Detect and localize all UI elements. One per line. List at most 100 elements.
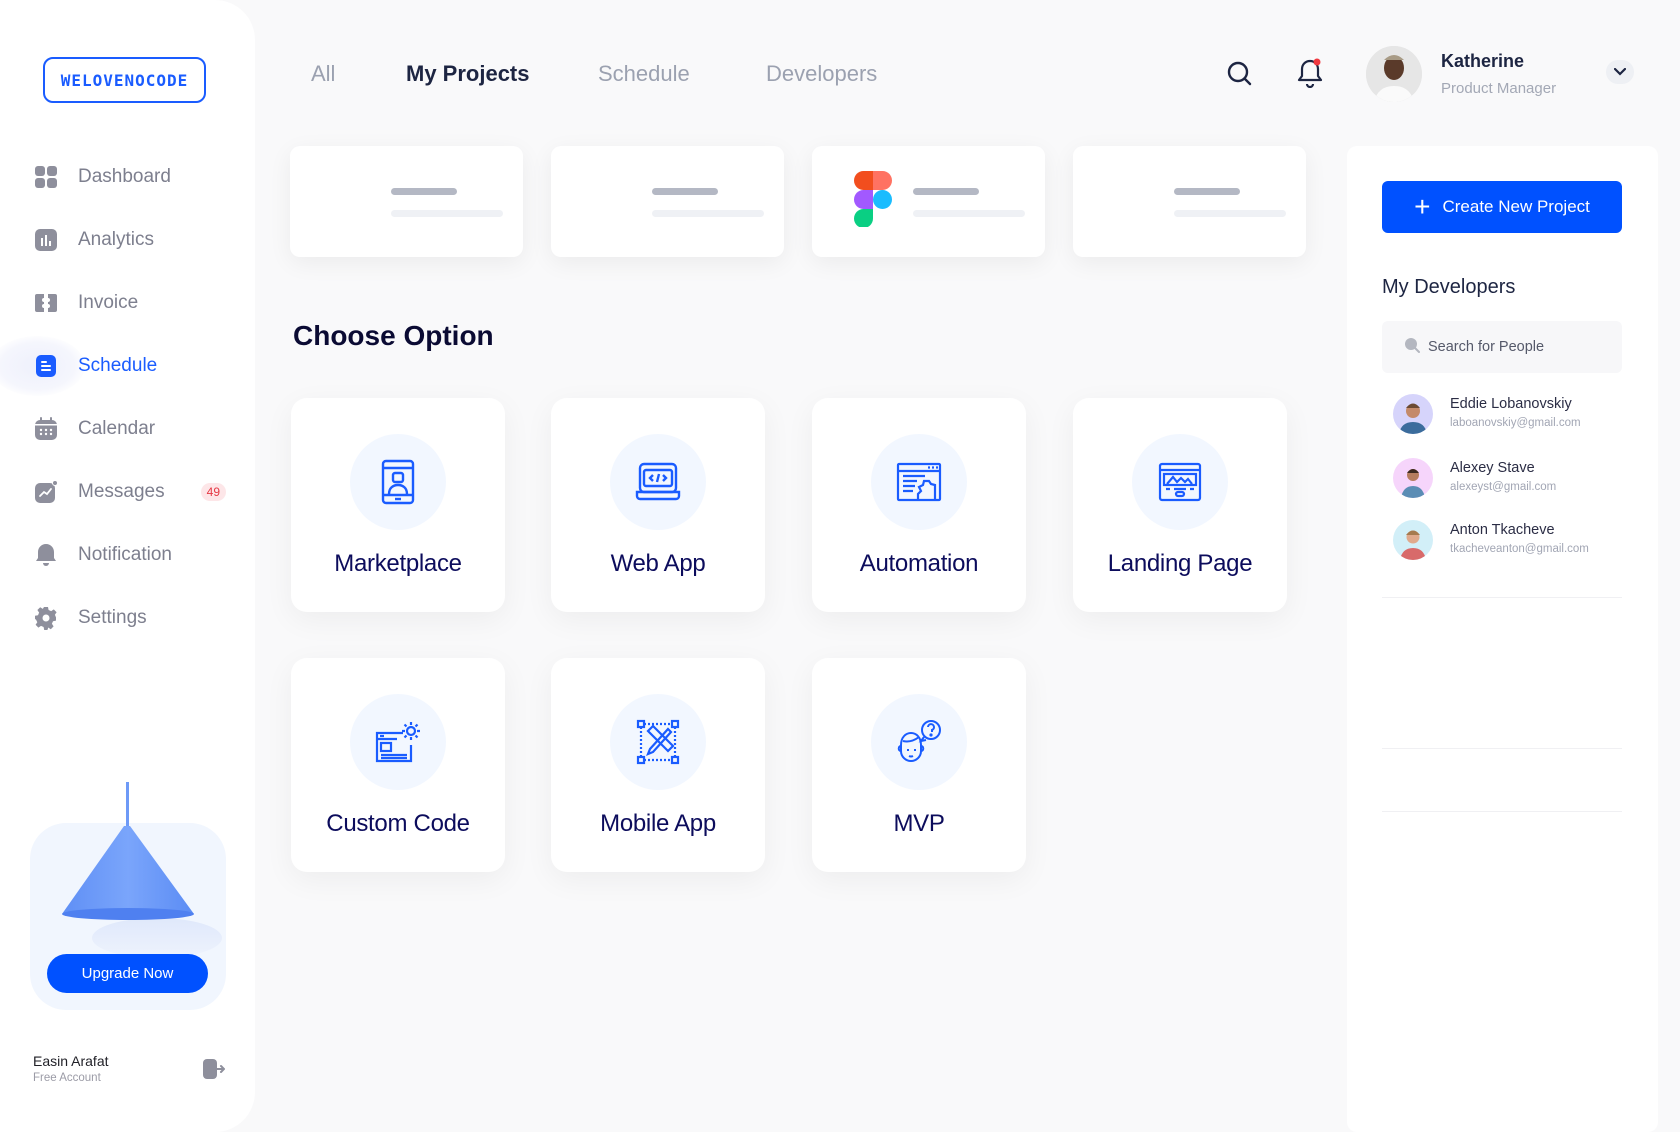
sidebar-item-label: Messages: [78, 481, 165, 502]
developer-item[interactable]: Anton Tkacheve tkacheveanton@gmail.com: [1393, 520, 1623, 564]
option-icon-bg: [350, 434, 446, 530]
tab-developers[interactable]: Developers: [766, 61, 877, 87]
sidebar-item-label: Invoice: [78, 292, 139, 313]
developer-email: laboanovskiy@gmail.com: [1450, 417, 1581, 429]
option-label: Web App: [610, 550, 706, 577]
project-card-placeholder[interactable]: [290, 146, 523, 257]
current-user: Easin Arafat Free Account: [33, 1053, 109, 1084]
sidebar-item-label: Schedule: [78, 355, 158, 376]
sidebar-item-label: Notification: [78, 544, 172, 565]
sidebar: WELOVENOCODE Dashboard Analytics Invoice…: [0, 0, 255, 1132]
search-icon[interactable]: [1226, 60, 1254, 93]
sidebar-item-label: Analytics: [78, 229, 155, 250]
option-card-mvp[interactable]: MVP: [812, 658, 1026, 872]
logout-icon[interactable]: [203, 1059, 226, 1084]
tab-my-projects[interactable]: My Projects: [406, 61, 530, 87]
developer-name: Alexey Stave: [1450, 460, 1535, 476]
document-icon: [34, 354, 58, 378]
user-plan: Free Account: [33, 1072, 101, 1084]
sidebar-item-calendar[interactable]: Calendar: [34, 411, 234, 447]
skeleton-line: [652, 188, 718, 195]
option-card-landing-page[interactable]: Landing Page: [1073, 398, 1287, 612]
option-label: Marketplace: [334, 550, 462, 577]
sidebar-item-label: Calendar: [78, 418, 156, 439]
skeleton-line: [913, 188, 979, 195]
project-card-placeholder[interactable]: [551, 146, 784, 257]
option-icon-bg: [610, 434, 706, 530]
tab-all[interactable]: All: [311, 61, 335, 87]
skeleton-line: [913, 210, 1025, 217]
option-icon-bg: [871, 694, 967, 790]
project-card-figma[interactable]: [812, 146, 1045, 257]
calendar-icon: [34, 417, 58, 441]
create-new-project-button[interactable]: + Create New Project: [1382, 181, 1622, 233]
developer-email: alexeyst@gmail.com: [1450, 481, 1557, 493]
option-icon-bg: [610, 694, 706, 790]
option-label: Mobile App: [600, 810, 716, 837]
option-card-mobile-app[interactable]: Mobile App: [551, 658, 765, 872]
window-settings-icon: [375, 722, 420, 763]
profile-dropdown-button[interactable]: [1606, 60, 1634, 84]
notification-bell-icon[interactable]: [1296, 58, 1324, 93]
option-icon-bg: [350, 694, 446, 790]
sidebar-item-schedule[interactable]: Schedule: [34, 348, 234, 384]
option-label: Automation: [859, 550, 979, 577]
profile-avatar[interactable]: [1366, 46, 1422, 102]
option-label: Custom Code: [326, 810, 470, 837]
divider: [1382, 811, 1622, 812]
developer-name: Eddie Lobanovskiy: [1450, 396, 1572, 412]
developer-email: tkacheveanton@gmail.com: [1450, 543, 1589, 555]
profile-role: Product Manager: [1441, 80, 1557, 97]
developer-avatar: [1393, 520, 1433, 560]
option-card-automation[interactable]: Automation: [812, 398, 1026, 612]
section-title: Choose Option: [293, 320, 494, 351]
skeleton-line: [391, 188, 457, 195]
sidebar-item-invoice[interactable]: Invoice: [34, 285, 234, 321]
option-card-marketplace[interactable]: Marketplace: [291, 398, 505, 612]
logo[interactable]: WELOVENOCODE: [43, 57, 206, 103]
lamp-cord: [126, 782, 129, 830]
developer-avatar: [1393, 458, 1433, 498]
chevron-down-icon: [1613, 63, 1627, 81]
skeleton-line: [1174, 188, 1240, 195]
sidebar-item-settings[interactable]: Settings: [34, 600, 234, 636]
skeleton-line: [652, 210, 764, 217]
laptop-code-icon: [635, 462, 681, 501]
sidebar-item-label: Settings: [78, 607, 147, 628]
grid-icon: [34, 165, 58, 189]
browser-gear-icon: [896, 462, 942, 502]
developer-avatar: [1393, 394, 1433, 434]
tab-schedule[interactable]: Schedule: [598, 61, 690, 87]
developer-item[interactable]: Eddie Lobanovskiy laboanovskiy@gmail.com: [1393, 394, 1623, 438]
option-icon-bg: [1132, 434, 1228, 530]
skeleton-line: [1174, 210, 1286, 217]
option-card-web-app[interactable]: Web App: [551, 398, 765, 612]
mobile-user-icon: [381, 459, 415, 505]
divider: [1382, 748, 1622, 749]
sidebar-item-label: Dashboard: [78, 166, 171, 187]
developer-item[interactable]: Alexey Stave alexeyst@gmail.com: [1393, 458, 1623, 502]
divider: [1382, 597, 1622, 598]
sidebar-item-notification[interactable]: Notification: [34, 537, 234, 573]
people-search-input[interactable]: [1428, 339, 1608, 355]
browser-image-icon: [1158, 462, 1202, 502]
sidebar-item-messages[interactable]: Messages 49: [34, 474, 234, 510]
option-label: Landing Page: [1107, 550, 1253, 577]
messages-badge: 49: [200, 483, 226, 501]
profile-name: Katherine: [1441, 51, 1525, 71]
option-icon-bg: [871, 434, 967, 530]
people-search[interactable]: [1382, 321, 1622, 373]
ticket-icon: [34, 291, 58, 315]
project-card-placeholder[interactable]: [1073, 146, 1306, 257]
gear-icon: [34, 606, 58, 630]
skeleton-line: [391, 210, 503, 217]
lamp-illustration: [62, 826, 194, 920]
sidebar-item-analytics[interactable]: Analytics: [34, 222, 234, 258]
sidebar-item-dashboard[interactable]: Dashboard: [34, 159, 234, 195]
trend-chat-icon: [34, 480, 58, 504]
upgrade-now-button[interactable]: Upgrade Now: [47, 954, 208, 993]
option-card-custom-code[interactable]: Custom Code: [291, 658, 505, 872]
bell-icon: [34, 543, 58, 567]
person-question-icon: [897, 720, 941, 763]
search-icon: [1404, 337, 1420, 358]
